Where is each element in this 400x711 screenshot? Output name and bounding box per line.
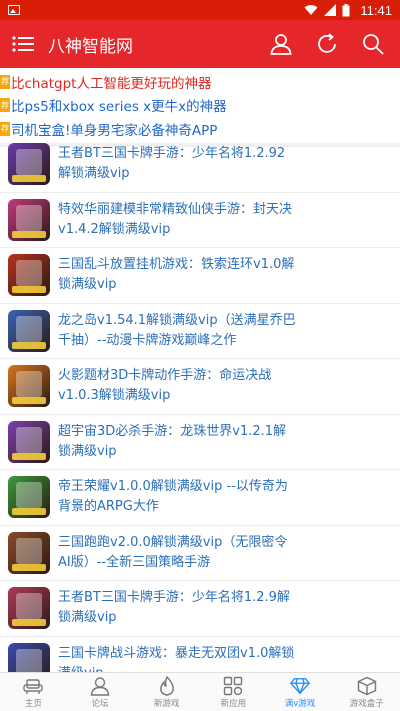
diamond-icon: [290, 676, 310, 696]
list-item[interactable]: 王者BT三国卡牌手游：少年名将1.2.9解锁满级vip: [0, 581, 400, 637]
notice-text[interactable]: 比chatgpt人工智能更好玩的神器: [11, 72, 211, 92]
tab-label: 新游戏: [153, 698, 180, 709]
wifi-icon: [304, 5, 318, 15]
notice-list: 荐 比chatgpt人工智能更好玩的神器 荐 比ps5和xbox series …: [0, 68, 400, 141]
recommend-badge: 荐: [0, 74, 10, 89]
game-thumbnail[interactable]: [8, 476, 50, 519]
flame-icon: [157, 675, 177, 696]
recommend-badge: 荐: [0, 121, 10, 136]
box-icon: [357, 676, 377, 696]
list-item[interactable]: 帝王荣耀v1.0.0解锁满级vip --以传奇为背景的ARPG大作: [0, 470, 400, 526]
status-bar: 11:41: [0, 0, 400, 20]
app-bar: 八神智能网: [0, 20, 400, 68]
game-thumbnail[interactable]: [8, 531, 50, 574]
game-thumbnail[interactable]: [8, 420, 50, 463]
signal-icon: [324, 4, 337, 16]
notice-text[interactable]: 比ps5和xbox series x更牛x的神器: [11, 95, 227, 115]
list-item[interactable]: 三国卡牌战斗游戏：暴走无双团v1.0解锁满级vip: [0, 637, 400, 672]
user-icon[interactable]: [268, 31, 294, 57]
list-item[interactable]: 龙之岛v1.54.1解锁满级vip（送满星乔巴千抽）--动漫卡牌游戏巅峰之作: [0, 304, 400, 359]
game-title[interactable]: 三国卡牌战斗游戏：暴走无双团v1.0解锁满级vip: [58, 644, 296, 672]
game-title[interactable]: 特效华丽建模非常精致仙侠手游：封天决v1.4.2解锁满级vip: [58, 200, 296, 240]
game-title[interactable]: 三国跑跑v2.0.0解锁满级vip（无限密令AI版）--全新三国策略手游: [58, 533, 296, 573]
sofa-icon: [23, 676, 44, 696]
user-icon: [90, 676, 110, 696]
game-thumbnail[interactable]: [8, 198, 50, 241]
game-title[interactable]: 王者BT三国卡牌手游：少年名将1.2.9解锁满级vip: [58, 588, 296, 628]
game-title[interactable]: 三国乱斗放置挂机游戏：铁索连环v1.0解锁满级vip: [58, 255, 296, 295]
notice-item[interactable]: 荐 比chatgpt人工智能更好玩的神器: [0, 70, 400, 94]
clock: 11:41: [360, 2, 392, 18]
notice-text[interactable]: 司机宝盒!单身男宅家必备神奇APP: [11, 119, 217, 139]
notice-item[interactable]: 荐 比ps5和xbox series x更牛x的神器: [0, 94, 400, 118]
tab-forum[interactable]: 论坛: [67, 673, 134, 711]
tab-label: 满v游戏: [284, 698, 316, 709]
tab-home[interactable]: 主页: [0, 673, 67, 711]
game-title[interactable]: 王者BT三国卡牌手游：少年名将1.2.92解锁满级vip: [58, 144, 296, 184]
tab-label: 新应用: [220, 698, 247, 709]
tab-label: 主页: [24, 698, 42, 709]
menu-icon[interactable]: [10, 31, 36, 57]
tab-new-apps[interactable]: 新应用: [200, 673, 267, 711]
image-notification-icon: [8, 5, 20, 15]
recommend-badge: 荐: [0, 98, 10, 113]
game-list: 王者BT三国卡牌手游：少年名将1.2.92解锁满级vip 特效华丽建模非常精致仙…: [0, 137, 400, 672]
bottom-tab-bar: 主页 论坛 新游戏 新应用 满v游戏 游戏盒子: [0, 672, 400, 711]
search-icon[interactable]: [360, 31, 386, 57]
grid-icon: [223, 676, 243, 696]
list-item[interactable]: 超宇宙3D必杀手游：龙珠世界v1.2.1解锁满级vip: [0, 415, 400, 470]
game-thumbnail[interactable]: [8, 143, 50, 186]
game-title[interactable]: 火影题材3D卡牌动作手游：命运决战v1.0.3解锁满级vip: [58, 366, 296, 406]
battery-icon: [342, 3, 350, 16]
game-thumbnail[interactable]: [8, 309, 50, 352]
list-item[interactable]: 三国跑跑v2.0.0解锁满级vip（无限密令AI版）--全新三国策略手游: [0, 526, 400, 581]
tab-label: 游戏盒子: [349, 698, 384, 709]
game-thumbnail[interactable]: [8, 365, 50, 408]
game-title[interactable]: 超宇宙3D必杀手游：龙珠世界v1.2.1解锁满级vip: [58, 422, 296, 462]
tab-new-games[interactable]: 新游戏: [133, 673, 200, 711]
tab-label: 论坛: [91, 698, 109, 709]
game-title[interactable]: 帝王荣耀v1.0.0解锁满级vip --以传奇为背景的ARPG大作: [58, 477, 296, 517]
game-thumbnail[interactable]: [8, 254, 50, 297]
list-item[interactable]: 王者BT三国卡牌手游：少年名将1.2.92解锁满级vip: [0, 137, 400, 193]
app-title: 八神智能网: [48, 36, 133, 57]
tab-vip-games[interactable]: 满v游戏: [267, 673, 334, 711]
game-thumbnail[interactable]: [8, 642, 50, 672]
list-item[interactable]: 火影题材3D卡牌动作手游：命运决战v1.0.3解锁满级vip: [0, 359, 400, 415]
refresh-icon[interactable]: [314, 31, 340, 57]
list-item[interactable]: 三国乱斗放置挂机游戏：铁索连环v1.0解锁满级vip: [0, 248, 400, 304]
list-item[interactable]: 特效华丽建模非常精致仙侠手游：封天决v1.4.2解锁满级vip: [0, 193, 400, 248]
tab-game-box[interactable]: 游戏盒子: [333, 673, 400, 711]
game-title[interactable]: 龙之岛v1.54.1解锁满级vip（送满星乔巴千抽）--动漫卡牌游戏巅峰之作: [58, 311, 296, 351]
game-thumbnail[interactable]: [8, 587, 50, 630]
